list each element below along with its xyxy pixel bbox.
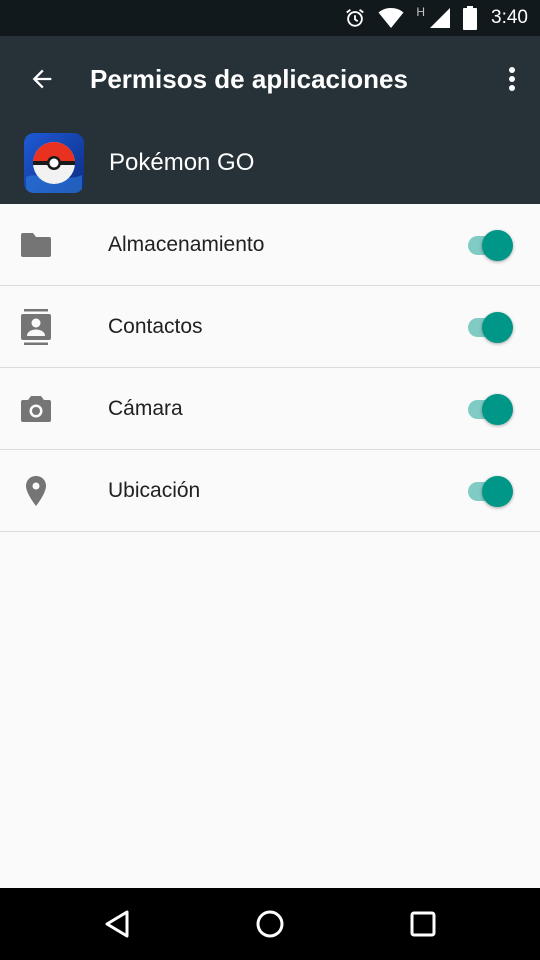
permission-label: Cámara <box>108 396 183 420</box>
navigation-bar <box>0 888 540 960</box>
arrow-back-icon <box>32 69 52 89</box>
status-bar: H 3:40 <box>0 0 540 36</box>
camera-toggle[interactable] <box>444 368 524 450</box>
alarm-icon <box>344 7 366 29</box>
nav-home-button[interactable] <box>230 888 310 960</box>
page-title: Permisos de aplicaciones <box>90 63 408 94</box>
toggle-thumb <box>482 393 513 425</box>
circle-home-icon <box>256 910 284 938</box>
permission-label: Ubicación <box>108 478 201 502</box>
permission-label: Almacenamiento <box>108 232 265 256</box>
signal-icon <box>429 7 451 29</box>
contacts-toggle[interactable] <box>444 286 524 368</box>
location-toggle[interactable] <box>444 450 524 532</box>
network-type-label: H <box>416 5 426 19</box>
app-bar: Permisos de aplicaciones <box>0 36 540 122</box>
more-options-button[interactable] <box>484 36 540 122</box>
app-header: Pokémon GO <box>0 122 540 204</box>
toggle-thumb <box>482 311 513 343</box>
square-recents-icon <box>410 911 436 937</box>
wifi-icon <box>378 7 404 29</box>
location-icon <box>0 450 108 532</box>
nav-recents-button[interactable] <box>383 888 463 960</box>
permissions-list: Almacenamiento Contactos Cámara Ubicació… <box>0 204 540 532</box>
nav-back-button[interactable] <box>77 888 157 960</box>
permission-label: Contactos <box>108 314 203 338</box>
toggle-thumb <box>482 229 513 261</box>
permission-row-camera[interactable]: Cámara <box>0 368 540 450</box>
more-vert-icon <box>509 67 515 91</box>
pokeball-app-icon <box>24 133 84 193</box>
camera-icon <box>0 368 108 450</box>
storage-toggle[interactable] <box>444 204 524 286</box>
back-button[interactable] <box>0 36 84 122</box>
status-time: 3:40 <box>491 7 528 28</box>
permission-row-contacts[interactable]: Contactos <box>0 286 540 368</box>
folder-icon <box>0 204 108 286</box>
permission-row-storage[interactable]: Almacenamiento <box>0 204 540 286</box>
toggle-thumb <box>482 475 513 507</box>
contacts-icon <box>0 286 108 368</box>
app-name: Pokémon GO <box>109 149 255 176</box>
triangle-back-icon <box>105 910 129 938</box>
battery-icon <box>463 6 478 30</box>
permission-row-location[interactable]: Ubicación <box>0 450 540 532</box>
